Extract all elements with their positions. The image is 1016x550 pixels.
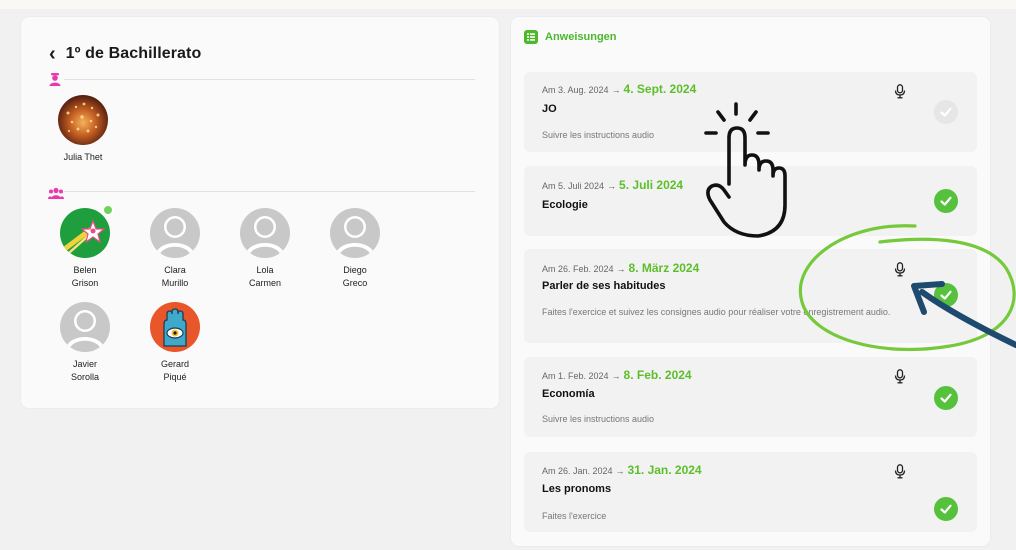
due-date: 31. Jan. 2024	[627, 463, 702, 477]
task-card[interactable]: Am 26. Jan. 2024 → 31. Jan. 2024 Les pro…	[524, 452, 977, 532]
generic-user-icon	[245, 216, 285, 258]
task-title: Ecologie	[542, 199, 588, 211]
student-name: Diego Greco	[342, 265, 368, 288]
completion-status[interactable]	[934, 100, 958, 124]
avatar	[150, 302, 200, 352]
class-roster-panel: ‹ 1º de Bachillerato Julia Thet Belen Gr…	[21, 17, 499, 408]
task-card[interactable]: Am 5. Juli 2024 → 5. Juli 2024 Ecologie	[524, 166, 977, 236]
avatar	[240, 208, 290, 258]
completion-status[interactable]	[934, 497, 958, 521]
student-name: Belen Grison	[71, 265, 99, 288]
checkmark-icon	[940, 504, 952, 514]
group-icon	[48, 187, 64, 199]
microphone-icon[interactable]	[894, 262, 906, 277]
avatar	[330, 208, 380, 258]
shooting-star-icon	[63, 219, 106, 254]
avatar	[58, 95, 108, 145]
generic-user-icon	[65, 310, 105, 352]
due-date: 5. Juli 2024	[619, 178, 684, 192]
microphone-icon[interactable]	[894, 464, 906, 479]
top-strip	[0, 0, 1016, 9]
list-icon	[524, 30, 538, 44]
microphone-icon[interactable]	[894, 369, 906, 384]
checkmark-icon	[940, 107, 952, 117]
lights-photo-icon	[66, 102, 100, 133]
student-item[interactable]: Clara Murillo	[135, 208, 215, 290]
task-card[interactable]: Am 3. Aug. 2024 → 4. Sept. 2024 JO Suivr…	[524, 72, 977, 152]
instructions-panel: Anweisungen Am 3. Aug. 2024 → 4. Sept. 2…	[511, 17, 990, 546]
online-status-dot	[102, 204, 114, 216]
task-dates: Am 1. Feb. 2024 → 8. Feb. 2024	[542, 368, 692, 382]
generic-user-icon	[335, 216, 375, 258]
student-name: Gerard Piqué	[160, 359, 189, 382]
student-name: Clara Murillo	[161, 265, 189, 288]
due-date: 8. Feb. 2024	[623, 368, 692, 382]
teacher-icon	[49, 73, 61, 86]
task-title: Economía	[542, 388, 595, 400]
student-item[interactable]: Javier Sorolla	[45, 302, 125, 384]
task-card[interactable]: Am 1. Feb. 2024 → 8. Feb. 2024 Economía …	[524, 357, 977, 437]
avatar	[150, 208, 200, 258]
student-item[interactable]: Lola Carmen	[225, 208, 305, 290]
task-card[interactable]: Am 26. Feb. 2024 → 8. März 2024 Parler d…	[524, 249, 977, 343]
task-description: Faites l'exercice et suivez les consigne…	[542, 307, 891, 317]
student-name: Javier Sorolla	[70, 359, 99, 382]
task-dates: Am 5. Juli 2024 → 5. Juli 2024	[542, 178, 684, 192]
student-item[interactable]: Gerard Piqué	[135, 302, 215, 384]
microphone-icon[interactable]	[894, 84, 906, 99]
task-description: Faites l'exercice	[542, 511, 607, 521]
instructions-header: Anweisungen	[524, 30, 617, 44]
task-dates: Am 26. Feb. 2024 → 8. März 2024	[542, 261, 700, 275]
task-title: JO	[542, 103, 557, 115]
generic-user-icon	[155, 216, 195, 258]
task-title: Les pronoms	[542, 483, 612, 495]
teacher-item[interactable]: Julia Thet	[43, 95, 123, 164]
due-date: 8. März 2024	[628, 261, 700, 275]
completion-status[interactable]	[934, 189, 958, 213]
task-title: Parler de ses habitudes	[542, 280, 666, 292]
teacher-name: Julia Thet	[63, 152, 103, 162]
due-date: 4. Sept. 2024	[623, 82, 697, 96]
checkmark-icon	[940, 196, 952, 206]
student-item[interactable]: Diego Greco	[315, 208, 395, 290]
teacher-divider	[64, 79, 475, 80]
student-name: Lola Carmen	[248, 265, 281, 288]
task-dates: Am 3. Aug. 2024 → 4. Sept. 2024	[542, 82, 697, 96]
avatar	[60, 302, 110, 352]
students-divider	[64, 191, 475, 192]
back-chevron-icon[interactable]: ‹	[49, 44, 56, 64]
avatar	[60, 208, 110, 258]
task-description: Suivre les instructions audio	[542, 414, 655, 424]
completion-status[interactable]	[934, 386, 958, 410]
class-title: 1º de Bachillerato	[65, 45, 202, 62]
checkmark-icon	[940, 393, 952, 403]
hamsa-eye-icon	[163, 308, 187, 347]
student-item[interactable]: Belen Grison	[45, 204, 125, 290]
checkmark-icon	[940, 290, 952, 300]
completion-status[interactable]	[934, 283, 958, 307]
instructions-title: Anweisungen	[545, 31, 617, 43]
class-header: ‹ 1º de Bachillerato	[49, 44, 201, 64]
task-dates: Am 26. Jan. 2024 → 31. Jan. 2024	[542, 463, 702, 477]
task-description: Suivre les instructions audio	[542, 130, 655, 140]
